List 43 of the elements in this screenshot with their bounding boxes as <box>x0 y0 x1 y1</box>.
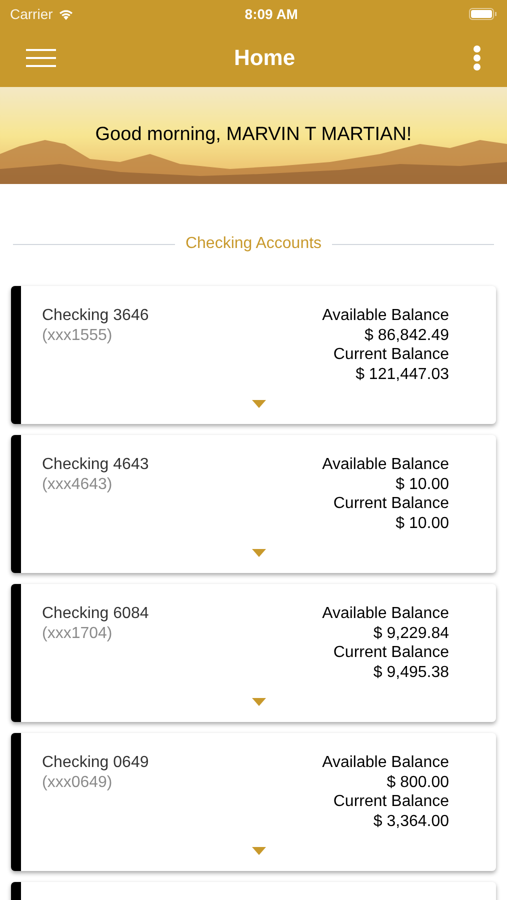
screen-title: Home <box>234 44 296 72</box>
current-balance-amount: $ 121,447.03 <box>356 364 449 384</box>
available-balance-label: Available Balance <box>322 306 449 326</box>
account-number: (xxx1704) <box>42 624 114 644</box>
available-balance-amount: $ 800.00 <box>386 772 449 792</box>
current-balance-amount: $ 9,495.38 <box>373 662 449 682</box>
more-options-button[interactable] <box>473 44 481 72</box>
account-number: (xxx4643) <box>42 475 114 495</box>
available-balance-label: Available Balance <box>322 455 449 474</box>
available-balance-amount: $ 10.00 <box>396 474 449 494</box>
expand-caret-icon[interactable] <box>252 400 266 408</box>
greeting-text: Good morning, MARVIN T MARTIAN! <box>95 123 412 148</box>
current-balance-label: Current Balance <box>333 494 449 514</box>
available-balance-label: Available Balance <box>322 604 449 624</box>
account-card[interactable]: Checking 3646 (xxx1555) Available Balance $ 86,842.49 Current Balance $ 121,447.03 <box>11 286 496 424</box>
current-balance-label: Current Balance <box>333 643 449 662</box>
available-balance-amount: $ 86,842.49 <box>364 326 449 345</box>
account-card[interactable]: Checking 4643 (xxx4643) Available Balance $ 10.00 Current Balance $ 10.00 <box>11 435 496 573</box>
current-balance-amount: $ 10.00 <box>396 514 449 533</box>
expand-caret-icon[interactable] <box>252 698 266 706</box>
section-title: Checking Accounts <box>185 234 322 254</box>
available-balance-amount: $ 9,229.84 <box>373 624 449 643</box>
account-card[interactable]: Checking 0649 (xxx0649) Available Balance $ 800.00 Current Balance $ 3,364.00 <box>11 733 496 871</box>
account-name: Checking 3646 <box>42 306 149 326</box>
current-balance-label: Current Balance <box>333 792 449 812</box>
available-balance-label: Available Balance <box>322 753 449 772</box>
menu-icon <box>26 48 56 68</box>
account-card[interactable]: Checking 6084 (xxx1704) Available Balance $ 9,229.84 Current Balance $ 9,495.38 <box>11 584 496 722</box>
clock-time: 8:09 AM <box>244 4 298 24</box>
battery-icon <box>468 8 497 20</box>
current-balance-amount: $ 3,364.00 <box>373 812 449 831</box>
expand-caret-icon[interactable] <box>252 847 266 855</box>
account-number: (xxx1555) <box>42 326 114 346</box>
current-balance-label: Current Balance <box>333 345 449 364</box>
menu-button[interactable] <box>26 46 56 68</box>
account-name: Checking 0649 <box>42 753 149 773</box>
account-name: Checking 4643 <box>42 455 149 475</box>
expand-caret-icon[interactable] <box>252 549 266 557</box>
wifi-icon <box>58 8 74 20</box>
more-options-icon <box>473 44 481 70</box>
account-name: Checking 6084 <box>42 604 149 624</box>
account-number: (xxx0649) <box>42 773 114 793</box>
carrier-label: Carrier <box>10 4 53 24</box>
